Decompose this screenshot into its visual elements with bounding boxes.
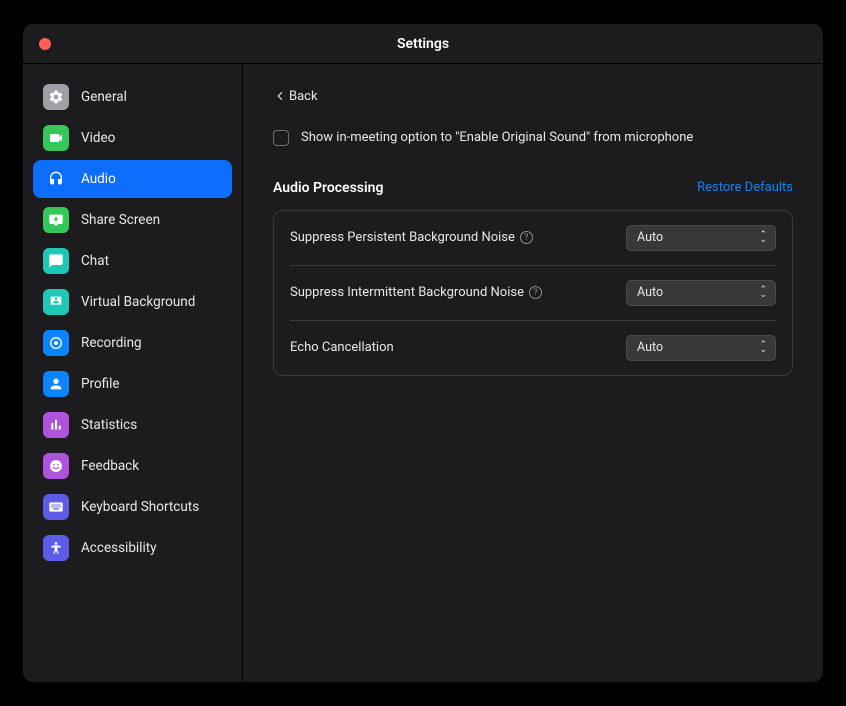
sidebar: General Video Audio Share Screen <box>23 64 243 682</box>
profile-icon <box>43 371 69 397</box>
row-label: Suppress Intermittent Background Noise ? <box>290 285 542 300</box>
select-value: Auto <box>637 285 663 300</box>
sidebar-item-label: Virtual Background <box>81 294 195 310</box>
chevron-updown-icon: ⌃⌄ <box>759 288 767 297</box>
video-icon <box>43 125 69 151</box>
back-label: Back <box>289 89 318 104</box>
original-sound-label: Show in-meeting option to "Enable Origin… <box>301 130 693 145</box>
sidebar-item-label: Video <box>81 130 115 146</box>
accessibility-icon <box>43 535 69 561</box>
sidebar-item-label: Statistics <box>81 417 137 433</box>
chevron-updown-icon: ⌃⌄ <box>759 343 767 352</box>
sidebar-item-virtual-background[interactable]: Virtual Background <box>33 283 232 321</box>
sidebar-item-accessibility[interactable]: Accessibility <box>33 529 232 567</box>
keyboard-icon <box>43 494 69 520</box>
chat-icon <box>43 248 69 274</box>
sidebar-item-share-screen[interactable]: Share Screen <box>33 201 232 239</box>
sidebar-item-label: Recording <box>81 335 142 351</box>
sidebar-item-label: Feedback <box>81 458 139 474</box>
sidebar-item-recording[interactable]: Recording <box>33 324 232 362</box>
persistent-noise-select[interactable]: Auto ⌃⌄ <box>626 225 776 251</box>
sidebar-item-label: Audio <box>81 171 116 187</box>
intermittent-noise-select[interactable]: Auto ⌃⌄ <box>626 280 776 306</box>
help-icon[interactable]: ? <box>529 286 542 299</box>
sidebar-item-label: Chat <box>81 253 109 269</box>
select-value: Auto <box>637 230 663 245</box>
sidebar-item-chat[interactable]: Chat <box>33 242 232 280</box>
sidebar-item-statistics[interactable]: Statistics <box>33 406 232 444</box>
titlebar: Settings <box>23 24 823 64</box>
traffic-lights <box>23 38 51 50</box>
gear-icon <box>43 84 69 110</box>
window-body: General Video Audio Share Screen <box>23 64 823 682</box>
headphones-icon <box>43 166 69 192</box>
restore-defaults-link[interactable]: Restore Defaults <box>697 180 793 195</box>
sidebar-item-general[interactable]: General <box>33 78 232 116</box>
sidebar-item-label: Profile <box>81 376 120 392</box>
record-icon <box>43 330 69 356</box>
sidebar-item-profile[interactable]: Profile <box>33 365 232 403</box>
statistics-icon <box>43 412 69 438</box>
virtual-bg-icon <box>43 289 69 315</box>
sidebar-item-label: General <box>81 89 127 105</box>
sidebar-item-label: Accessibility <box>81 540 157 556</box>
echo-cancellation-select[interactable]: Auto ⌃⌄ <box>626 335 776 361</box>
sidebar-item-keyboard-shortcuts[interactable]: Keyboard Shortcuts <box>33 488 232 526</box>
chevron-updown-icon: ⌃⌄ <box>759 233 767 242</box>
panel-row-intermittent-noise: Suppress Intermittent Background Noise ?… <box>290 266 776 321</box>
sidebar-item-video[interactable]: Video <box>33 119 232 157</box>
select-value: Auto <box>637 340 663 355</box>
share-screen-icon <box>43 207 69 233</box>
sidebar-item-feedback[interactable]: Feedback <box>33 447 232 485</box>
close-window-button[interactable] <box>39 38 51 50</box>
audio-processing-panel: Suppress Persistent Background Noise ? A… <box>273 210 793 376</box>
back-button[interactable]: Back <box>273 89 318 104</box>
window-title: Settings <box>23 36 823 52</box>
sidebar-item-label: Share Screen <box>81 212 160 228</box>
section-header: Audio Processing Restore Defaults <box>273 180 793 196</box>
row-label: Suppress Persistent Background Noise ? <box>290 230 533 245</box>
sidebar-item-audio[interactable]: Audio <box>33 160 232 198</box>
section-title: Audio Processing <box>273 180 383 196</box>
panel-row-persistent-noise: Suppress Persistent Background Noise ? A… <box>290 211 776 266</box>
settings-window: Settings General Video Audio <box>23 24 823 682</box>
sidebar-item-label: Keyboard Shortcuts <box>81 499 199 515</box>
chevron-left-icon <box>273 89 287 103</box>
feedback-icon <box>43 453 69 479</box>
panel-row-echo-cancellation: Echo Cancellation Auto ⌃⌄ <box>290 321 776 375</box>
help-icon[interactable]: ? <box>520 231 533 244</box>
original-sound-checkbox[interactable] <box>273 130 289 146</box>
original-sound-checkbox-row: Show in-meeting option to "Enable Origin… <box>273 130 793 146</box>
row-label: Echo Cancellation <box>290 340 394 355</box>
main-panel: Back Show in-meeting option to "Enable O… <box>243 64 823 682</box>
